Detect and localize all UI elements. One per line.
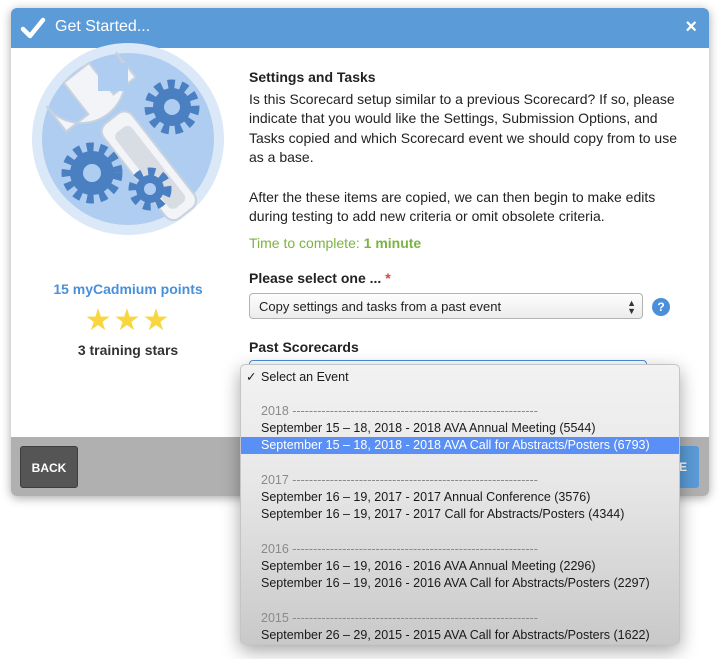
copy-option-select[interactable]: Copy settings and tasks from a past even… — [249, 293, 643, 319]
close-button[interactable]: × — [685, 16, 697, 38]
dropdown-group-2017: 2017 -----------------------------------… — [261, 473, 538, 487]
checkmark-icon — [20, 17, 46, 39]
time-to-complete: Time to complete: 1 minute — [249, 235, 421, 251]
past-scorecards-label: Past Scorecards — [249, 339, 359, 355]
copy-option-value: Copy settings and tasks from a past even… — [259, 299, 502, 314]
training-stars: ★★★ — [84, 304, 172, 337]
instructions: Settings and Tasks Is this Scorecard set… — [249, 68, 689, 227]
modal-title: Get Started... — [55, 18, 151, 35]
dropdown-option[interactable]: September 15 – 18, 2018 - 2018 AVA Annua… — [241, 420, 679, 437]
time-label: Time to complete: — [249, 235, 360, 251]
dropdown-option[interactable]: September 16 – 19, 2017 - 2017 Call for … — [241, 506, 679, 523]
instructions-paragraph-1: Is this Scorecard setup similar to a pre… — [249, 90, 678, 166]
modal-header: Get Started... × — [11, 8, 709, 48]
checkmark-icon: ✓ — [246, 370, 257, 384]
points-text: 15 myCadmium points — [53, 281, 203, 297]
select-label: Please select one ... * — [249, 270, 391, 286]
section-heading: Settings and Tasks — [249, 69, 376, 85]
back-button[interactable]: BACK — [20, 446, 78, 488]
dropdown-group-2015: 2015 -----------------------------------… — [261, 611, 538, 625]
required-mark: * — [385, 270, 391, 286]
training-stars-label: 3 training stars — [77, 342, 179, 358]
dropdown-option[interactable]: September 16 – 19, 2017 - 2017 Annual Co… — [241, 489, 679, 506]
dropdown-option[interactable]: September 16 – 19, 2016 - 2016 AVA Annua… — [241, 558, 679, 575]
dropdown-option-highlighted[interactable]: September 15 – 18, 2018 - 2018 AVA Call … — [241, 437, 679, 454]
instructions-paragraph-2: After the these items are copied, we can… — [249, 188, 656, 225]
select-arrows-icon: ▲ ▼ — [627, 298, 636, 316]
dropdown-option[interactable]: September 26 – 29, 2015 - 2015 AVA Call … — [241, 627, 679, 644]
time-value: 1 minute — [363, 235, 422, 251]
past-scorecards-dropdown[interactable]: ✓ Select an Event 2018 -----------------… — [240, 364, 680, 645]
dropdown-group-2016: 2016 -----------------------------------… — [261, 542, 538, 556]
question-icon[interactable]: ? — [652, 298, 670, 316]
wrench-gears-icon — [32, 43, 224, 235]
dropdown-option[interactable]: ✓ Select an Event — [241, 369, 679, 386]
dropdown-option[interactable]: September 16 – 19, 2016 - 2016 AVA Call … — [241, 575, 679, 592]
dropdown-group-2018: 2018 -----------------------------------… — [261, 404, 538, 418]
